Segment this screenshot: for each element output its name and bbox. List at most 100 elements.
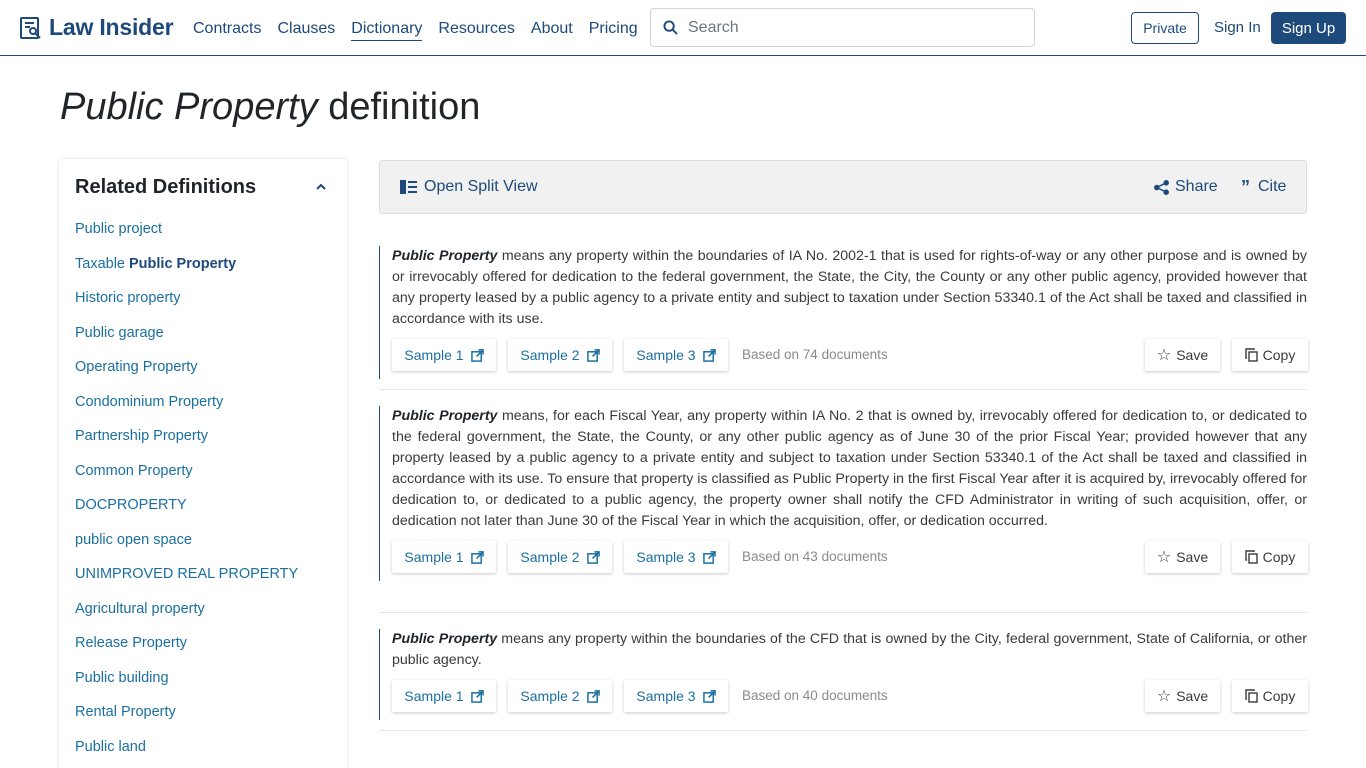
document-search-icon [20, 16, 41, 39]
sample-1-button[interactable]: Sample 1 [392, 541, 496, 573]
search-icon [663, 20, 678, 35]
external-link-icon [470, 550, 484, 564]
sign-up-button[interactable]: Sign Up [1271, 12, 1346, 44]
based-on-count: Based on 43 documents [742, 549, 888, 564]
related-definition-item[interactable]: Release Property [75, 635, 298, 670]
sample-3-button[interactable]: Sample 3 [624, 541, 728, 573]
related-definition-item[interactable]: Agricultural property [75, 601, 298, 636]
related-definition-item[interactable]: Operating Property [75, 359, 298, 394]
based-on-count: Based on 40 documents [742, 688, 888, 703]
copy-icon [1244, 348, 1258, 362]
related-definition-item[interactable]: Public garage [75, 325, 298, 360]
cite-button[interactable]: ” Cite [1241, 178, 1286, 196]
definition-body: means any property within the boundaries… [392, 631, 1308, 668]
sample-3-button[interactable]: Sample 3 [624, 680, 728, 712]
entry-divider [379, 730, 1307, 731]
page-title-suffix: definition [328, 86, 481, 128]
definition-text: Public Property means, for each Fiscal Y… [392, 406, 1307, 532]
search-input[interactable] [688, 18, 1008, 37]
page-title-term: Public Property [60, 86, 318, 128]
sample-2-button[interactable]: Sample 2 [508, 541, 612, 573]
logo[interactable]: Law Insider [19, 14, 174, 41]
definition-entry: Public Property means any property withi… [379, 629, 1308, 720]
sign-in-link[interactable]: Sign In [1214, 19, 1261, 36]
definition-term: Public Property [392, 631, 498, 647]
quote-icon: ” [1241, 177, 1250, 197]
related-definition-item[interactable]: Historic property [75, 290, 298, 325]
definition-actions: Sample 1 Sample 2 Sample 3 Based on 43 d… [380, 541, 1308, 581]
definition-text: Public Property means any property withi… [392, 246, 1307, 330]
external-link-icon [470, 689, 484, 703]
page-title: Public Property definition [60, 86, 480, 129]
definition-body: means any property within the boundaries… [392, 248, 1307, 327]
chevron-up-icon[interactable] [315, 181, 327, 193]
definition-term: Public Property [392, 408, 498, 424]
external-link-icon [702, 550, 716, 564]
definition-body: means, for each Fiscal Year, any propert… [392, 408, 1307, 529]
save-button[interactable]: ☆ Save [1145, 541, 1220, 573]
star-icon: ☆ [1156, 347, 1172, 364]
nav-contracts[interactable]: Contracts [193, 20, 261, 41]
external-link-icon [586, 348, 600, 362]
definition-text: Public Property means any property withi… [392, 629, 1307, 671]
private-button[interactable]: Private [1131, 12, 1199, 44]
external-link-icon [702, 689, 716, 703]
entry-divider [379, 389, 1307, 390]
related-definition-item[interactable]: Public building [75, 670, 298, 705]
nav-dictionary[interactable]: Dictionary [351, 20, 423, 41]
related-definitions-panel: Related Definitions Public project Taxab… [59, 159, 347, 768]
copy-button[interactable]: Copy [1232, 680, 1308, 712]
related-definition-item[interactable]: Partnership Property [75, 428, 298, 463]
copy-icon [1244, 550, 1258, 564]
cite-label: Cite [1258, 178, 1287, 195]
site-header: Law Insider Contracts Clauses Dictionary… [0, 0, 1366, 56]
external-link-icon [470, 348, 484, 362]
open-split-view-button[interactable]: Open Split View [400, 178, 538, 196]
nav-resources[interactable]: Resources [438, 20, 514, 41]
nav-about[interactable]: About [531, 20, 573, 41]
share-button[interactable]: Share [1154, 178, 1218, 196]
copy-icon [1244, 689, 1258, 703]
nav-clauses[interactable]: Clauses [277, 20, 335, 41]
main-nav: Contracts Clauses Dictionary Resources A… [193, 20, 654, 41]
star-icon: ☆ [1156, 549, 1172, 566]
related-definition-item[interactable]: public open space [75, 532, 298, 567]
related-definition-item[interactable]: DOCPROPERTY [75, 497, 298, 532]
sample-1-button[interactable]: Sample 1 [392, 339, 496, 371]
external-link-icon [702, 348, 716, 362]
sample-2-button[interactable]: Sample 2 [508, 680, 612, 712]
sample-2-button[interactable]: Sample 2 [508, 339, 612, 371]
related-definition-item[interactable]: Condominium Property [75, 394, 298, 429]
definition-actions: Sample 1 Sample 2 Sample 3 Based on 40 d… [380, 680, 1308, 720]
related-definition-item[interactable]: Common Property [75, 463, 298, 498]
external-link-icon [586, 550, 600, 564]
related-definition-item[interactable]: Public project [75, 221, 298, 256]
star-icon: ☆ [1156, 688, 1172, 705]
related-definition-item[interactable]: UNIMPROVED REAL PROPERTY [75, 566, 298, 601]
related-definitions-title: Related Definitions [75, 176, 257, 198]
entry-divider [379, 612, 1307, 613]
external-link-icon [586, 689, 600, 703]
definition-actions: Sample 1 Sample 2 Sample 3 Based on 74 d… [380, 339, 1308, 379]
share-icon [1154, 179, 1169, 195]
related-definitions-list: Public project Taxable Public Property H… [75, 221, 298, 768]
logo-text: Law Insider [49, 14, 174, 40]
definition-toolbar: Open Split View Share ” Cite [379, 160, 1307, 214]
sample-1-button[interactable]: Sample 1 [392, 680, 496, 712]
save-button[interactable]: ☆ Save [1145, 339, 1220, 371]
share-label: Share [1175, 178, 1218, 195]
nav-pricing[interactable]: Pricing [589, 20, 638, 41]
based-on-count: Based on 74 documents [742, 347, 888, 362]
split-view-icon [400, 180, 417, 194]
related-definition-item[interactable]: Public land [75, 739, 298, 768]
search-box[interactable] [650, 8, 1035, 47]
sample-3-button[interactable]: Sample 3 [624, 339, 728, 371]
copy-button[interactable]: Copy [1232, 339, 1308, 371]
related-definition-item[interactable]: Taxable Public Property [75, 256, 298, 291]
save-button[interactable]: ☆ Save [1145, 680, 1220, 712]
copy-button[interactable]: Copy [1232, 541, 1308, 573]
definition-entry: Public Property means, for each Fiscal Y… [379, 406, 1308, 581]
definition-term: Public Property [392, 248, 498, 264]
definition-entry: Public Property means any property withi… [379, 246, 1308, 379]
related-definition-item[interactable]: Rental Property [75, 704, 298, 739]
